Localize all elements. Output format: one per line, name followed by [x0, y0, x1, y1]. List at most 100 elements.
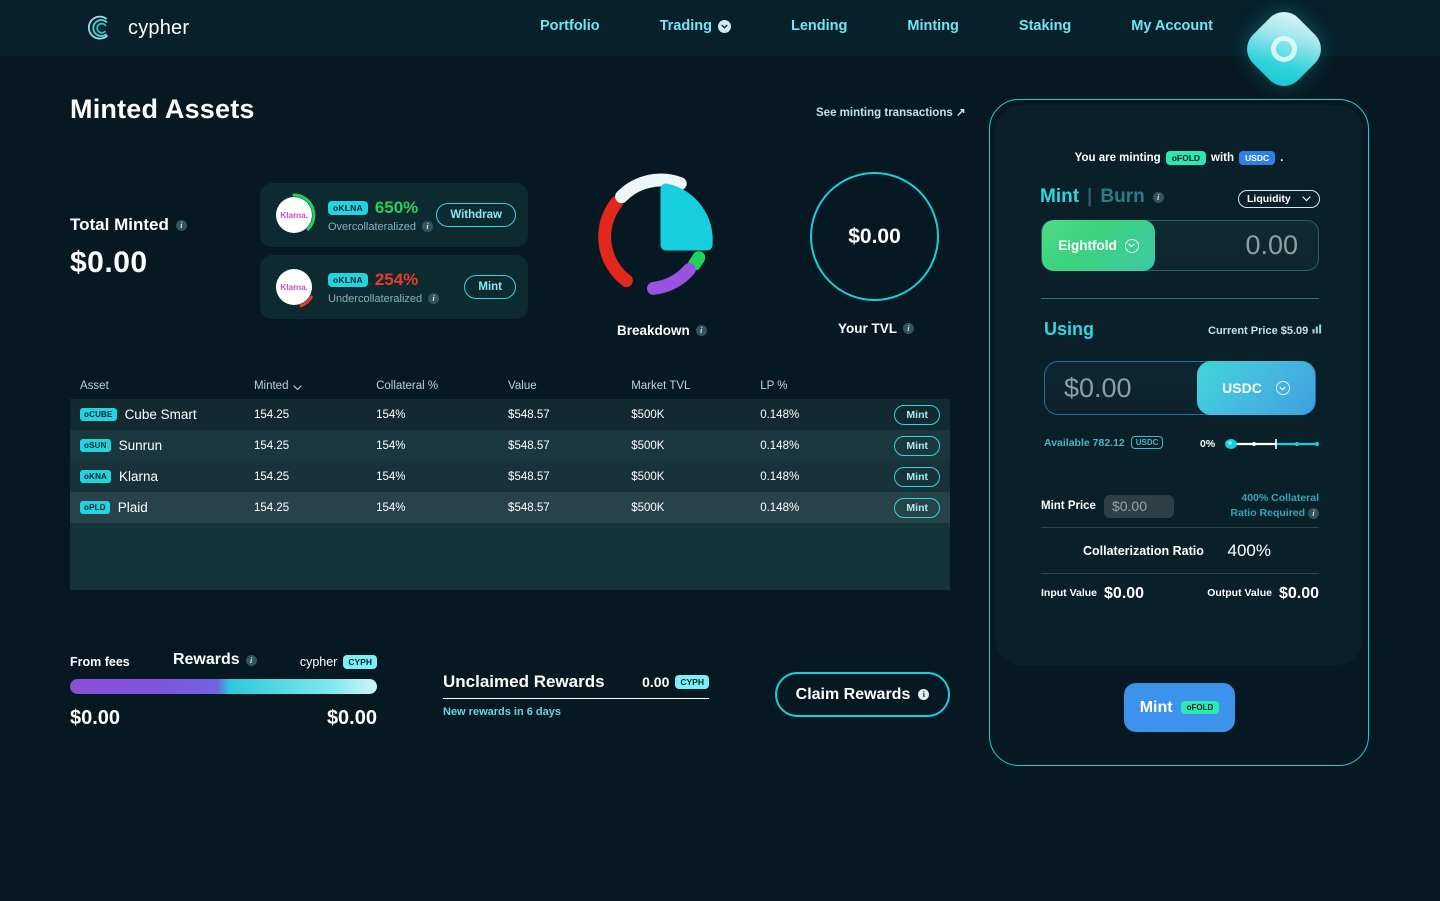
input-output-values-row: Input Value $0.00 Output Value $0.00: [1041, 585, 1319, 603]
current-price-label: Current Price $5.09: [1208, 324, 1322, 337]
info-icon[interactable]: i: [246, 655, 257, 666]
cypher-logo-icon: [84, 12, 116, 44]
info-icon[interactable]: i: [918, 689, 929, 700]
total-minted-value: $0.00: [70, 246, 148, 280]
cypher-rewards-label: cypher CYPH: [300, 655, 377, 669]
slider-track[interactable]: [1222, 437, 1320, 451]
chevron-down-icon: [1125, 239, 1139, 253]
minting-summary-text: You are minting oFOLD with USDC .: [995, 151, 1363, 165]
orb-logo-icon[interactable]: [1239, 4, 1330, 95]
collateralization-ratio-value: 400%: [1228, 541, 1271, 561]
claim-rewards-button[interactable]: Claim Rewards i: [775, 672, 950, 717]
mint-button[interactable]: Mint: [464, 275, 516, 299]
mint-asset-input-row: Eightfold 0.00: [1041, 220, 1319, 271]
see-minting-transactions-link[interactable]: See minting transactions ↗: [816, 105, 966, 119]
chevron-down-icon: [293, 382, 302, 391]
mint-submit-button[interactable]: Mint oFOLD: [1124, 683, 1235, 732]
asset-selector-eightfold[interactable]: Eightfold: [1042, 220, 1155, 271]
collateral-selector-usdc[interactable]: USDC: [1197, 361, 1315, 415]
cell-lp: 0.148%: [760, 471, 877, 483]
info-icon[interactable]: i: [176, 220, 187, 231]
using-label: Using: [1044, 319, 1094, 340]
info-icon[interactable]: i: [1308, 508, 1319, 519]
usdc-token-pill: USDC: [1239, 151, 1275, 165]
collateral-card-info: oKLNA 254% Undercollateralized i: [328, 270, 464, 305]
mint-amount-input[interactable]: 0.00: [1155, 230, 1318, 261]
cell-market-tvl: $500K: [631, 502, 760, 514]
info-icon[interactable]: i: [903, 323, 914, 334]
asset-token-pill: oCUBE: [80, 408, 117, 421]
rewards-title: Rewards i: [173, 651, 257, 669]
chevron-down-icon: [1276, 381, 1290, 395]
nav-item-trading[interactable]: Trading: [660, 18, 731, 34]
column-header-collateral[interactable]: Collateral %: [376, 380, 508, 392]
chart-icon[interactable]: [1312, 324, 1322, 337]
cell-value: $548.57: [508, 440, 631, 452]
collateralization-ratio-label: Collaterization Ratio: [1083, 544, 1204, 558]
input-value: $0.00: [1104, 585, 1144, 603]
cell-collateral: 154%: [376, 502, 508, 514]
nav-item-lending[interactable]: Lending: [791, 18, 847, 34]
rewards-progress-bar: [70, 679, 377, 694]
brand-logo[interactable]: cypher: [84, 12, 189, 44]
ofold-token-pill: oFOLD: [1166, 151, 1206, 165]
cell-collateral: 154%: [376, 409, 508, 421]
collateral-card-undercollateralized: Klarna. oKLNA 254% Undercollateralized i…: [260, 255, 528, 319]
row-mint-button[interactable]: Mint: [894, 498, 940, 518]
info-icon[interactable]: i: [422, 221, 433, 232]
collateral-ratio-required-note: 400% Collateral Ratio Required i: [1213, 491, 1319, 521]
panel-divider: [1041, 573, 1319, 574]
amount-slider[interactable]: 0%: [1200, 437, 1320, 451]
collateral-amount-input[interactable]: $0.00: [1045, 373, 1197, 404]
cell-minted: 154.25: [254, 502, 376, 514]
column-header-value[interactable]: Value: [508, 380, 631, 392]
cell-collateral: 154%: [376, 440, 508, 452]
output-value: $0.00: [1279, 585, 1319, 603]
collateral-status: Overcollateralized: [328, 221, 416, 233]
tab-mint[interactable]: Mint: [1040, 186, 1079, 208]
tab-separator: |: [1087, 186, 1092, 208]
info-icon[interactable]: i: [428, 293, 439, 304]
cell-minted: 154.25: [254, 409, 376, 421]
collateralization-ratio-row: Collaterization Ratio 400%: [1041, 541, 1319, 561]
column-header-market-tvl[interactable]: Market TVL: [631, 380, 760, 392]
cell-lp: 0.148%: [760, 440, 877, 452]
column-header-minted[interactable]: Minted: [254, 380, 376, 392]
cyph-token-pill: CYPH: [675, 675, 709, 689]
nav-item-my-account[interactable]: My Account: [1131, 18, 1213, 34]
info-icon[interactable]: i: [1153, 192, 1164, 203]
column-header-asset[interactable]: Asset: [80, 380, 254, 392]
total-minted-label: Total Minted i: [70, 215, 187, 235]
nav-item-minting[interactable]: Minting: [907, 18, 959, 34]
slider-percent-label: 0%: [1200, 438, 1215, 450]
klarna-avatar: Klarna.: [272, 193, 316, 237]
row-mint-button[interactable]: Mint: [894, 405, 940, 425]
info-icon[interactable]: i: [696, 325, 707, 336]
cell-minted: 154.25: [254, 471, 376, 483]
collateral-status: Undercollateralized: [328, 293, 422, 305]
table-row[interactable]: oSUN Sunrun 154.25 154% $548.57 $500K 0.…: [70, 430, 950, 461]
row-mint-button[interactable]: Mint: [894, 467, 940, 487]
table-row[interactable]: oKNA Klarna 154.25 154% $548.57 $500K 0.…: [70, 461, 950, 492]
unclaimed-rewards-amount: 0.00 CYPH: [642, 674, 709, 690]
panel-divider: [1041, 527, 1319, 528]
mint-price-row: Mint Price $0.00 400% Collateral Ratio R…: [1041, 491, 1319, 521]
withdraw-button[interactable]: Withdraw: [436, 203, 516, 227]
column-header-lp[interactable]: LP %: [760, 380, 877, 392]
mint-burn-tabs: Mint | Burn i: [1040, 186, 1164, 208]
asset-token-pill: oPLD: [80, 501, 110, 514]
row-mint-button[interactable]: Mint: [894, 436, 940, 456]
usdc-token-pill: USDC: [1131, 436, 1164, 449]
mint-price-input[interactable]: $0.00: [1104, 495, 1174, 518]
cell-market-tvl: $500K: [631, 440, 760, 452]
nav-item-portfolio[interactable]: Portfolio: [540, 18, 600, 34]
liquidity-select[interactable]: Liquidity: [1238, 190, 1320, 208]
nav-item-staking[interactable]: Staking: [1019, 18, 1071, 34]
collateral-percent: 254%: [375, 270, 418, 290]
tab-burn[interactable]: Burn: [1100, 186, 1144, 208]
table-row[interactable]: oPLD Plaid 154.25 154% $548.57 $500K 0.1…: [70, 492, 950, 523]
cell-lp: 0.148%: [760, 502, 877, 514]
total-minted-text: Total Minted: [70, 215, 169, 235]
input-value-label: Input Value: [1041, 587, 1097, 600]
table-row[interactable]: oCUBE Cube Smart 154.25 154% $548.57 $50…: [70, 399, 950, 430]
